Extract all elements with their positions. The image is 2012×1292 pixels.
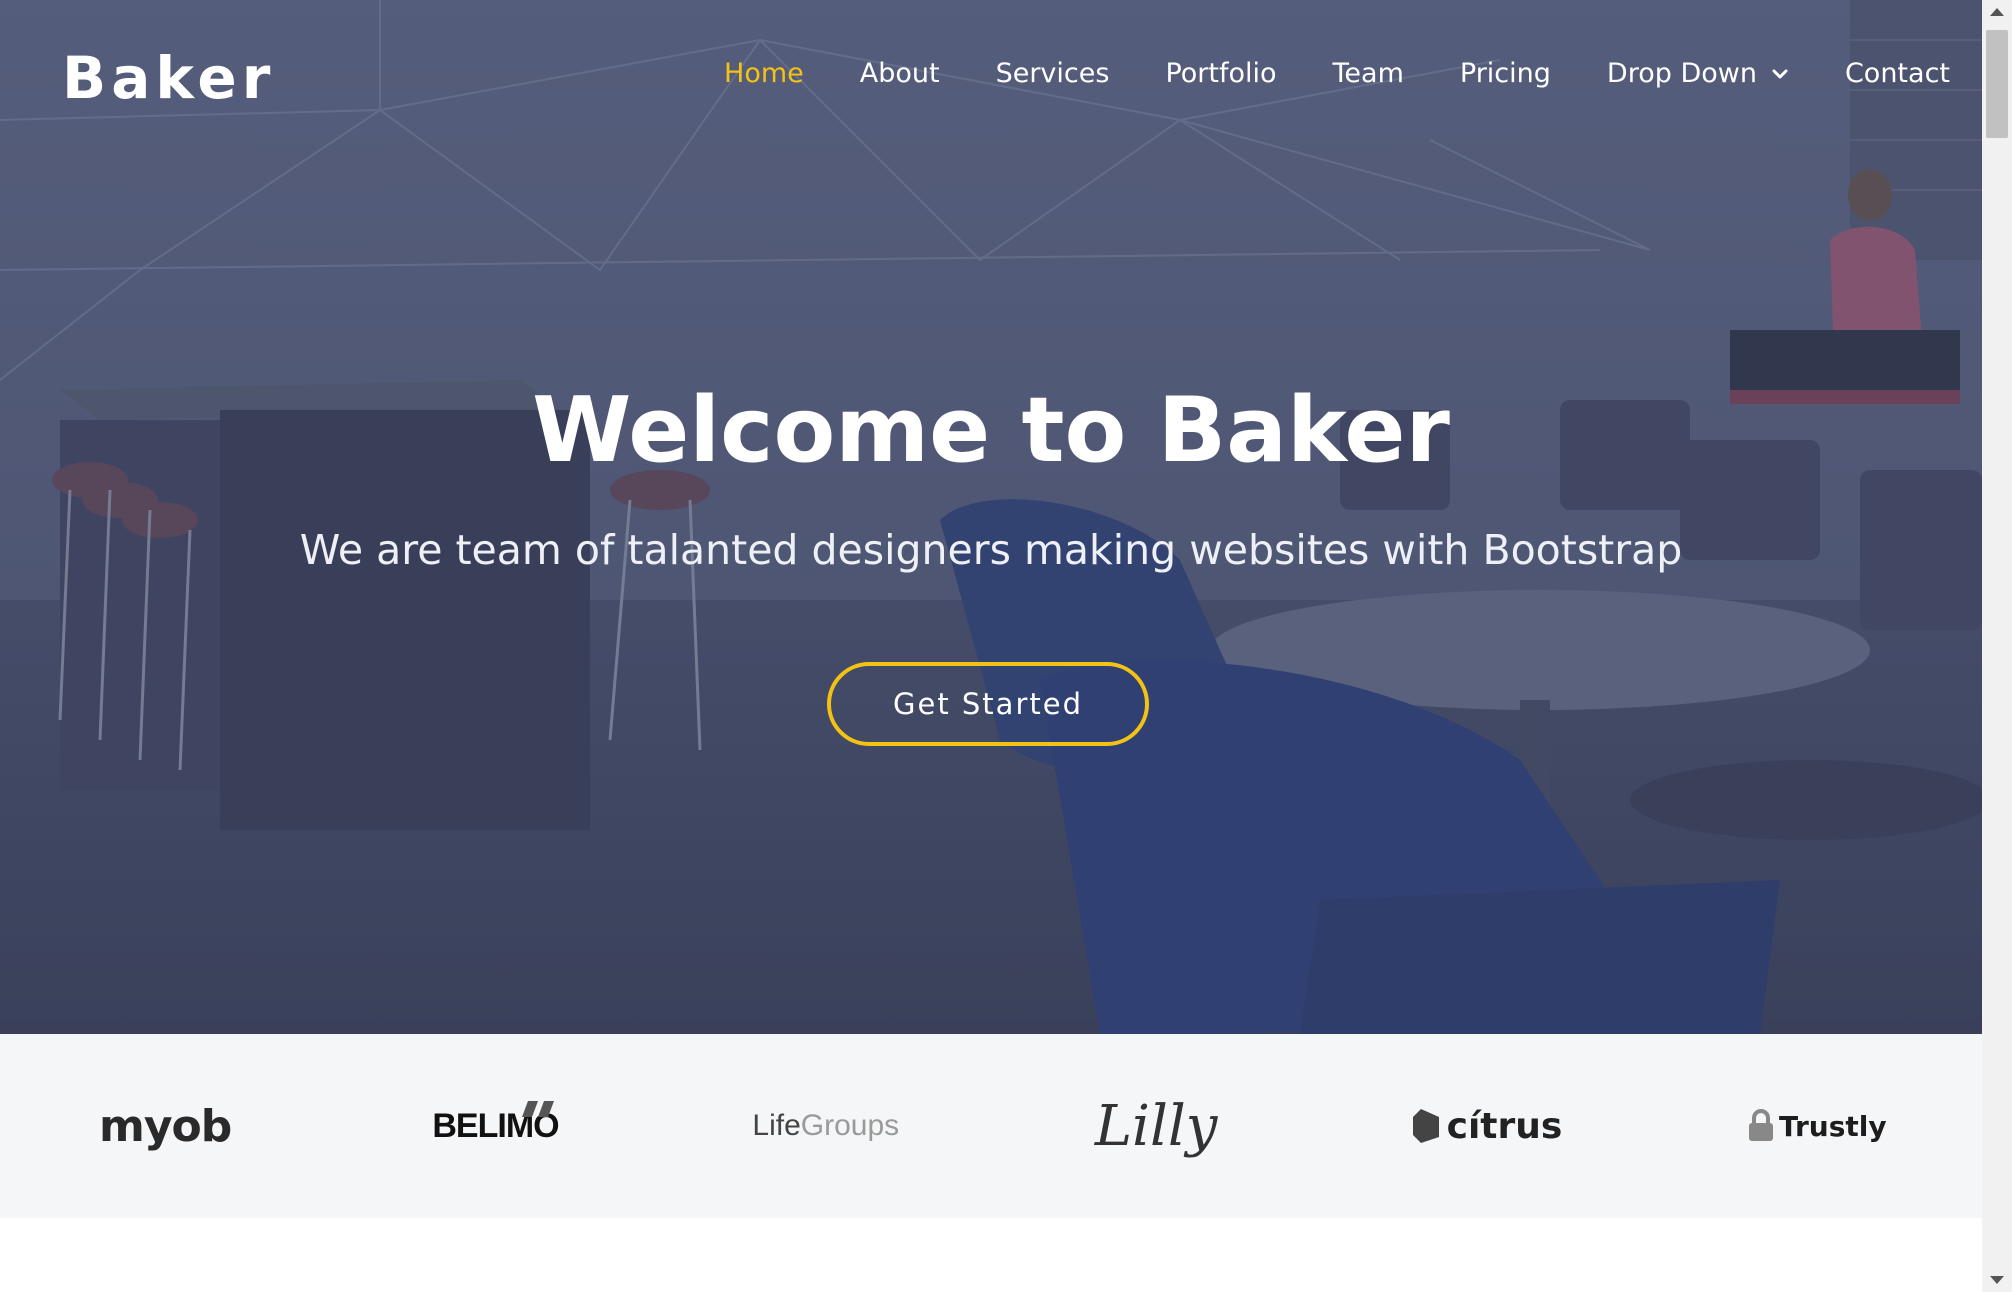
trustly-logo-text: Trustly	[1778, 1109, 1887, 1143]
trustly-logo-group: Trustly	[1747, 1109, 1887, 1143]
clients-section: myob BELIMO LifeGroups Lilly cítrus Trus…	[0, 1034, 1982, 1218]
citrus-logo-text: cítrus	[1446, 1105, 1563, 1147]
nav-contact-label: Contact	[1844, 58, 1950, 89]
nav-dropdown-label: Drop Down	[1606, 58, 1757, 89]
page-scrollbar[interactable]	[1982, 0, 2012, 1292]
scroll-down-arrow-icon[interactable]	[1990, 1276, 2004, 1284]
lilly-logo-text: Lilly	[1094, 1093, 1218, 1159]
scrollbar-thumb[interactable]	[1986, 30, 2008, 138]
hero-subtitle: We are team of talanted designers making…	[299, 526, 1683, 574]
scroll-up-arrow-icon[interactable]	[1990, 8, 2004, 16]
nav-portfolio-label: Portfolio	[1165, 58, 1277, 89]
client-logo-trustly[interactable]: Trustly	[1692, 1109, 1942, 1143]
client-logo-belimo[interactable]: BELIMO	[370, 1100, 620, 1146]
client-logo-lifegroups[interactable]: LifeGroups	[701, 1109, 951, 1143]
get-started-button[interactable]: Get Started	[827, 662, 1149, 746]
belimo-mark-icon	[522, 1100, 555, 1117]
myob-logo-text: myob	[99, 1100, 232, 1152]
client-logo-lilly[interactable]: Lilly	[1031, 1094, 1281, 1159]
hero-title: Welcome to Baker	[532, 378, 1450, 483]
nav-services[interactable]: Services	[996, 58, 1110, 89]
nav-team[interactable]: Team	[1333, 58, 1404, 89]
lifegroups-part2: Groups	[800, 1109, 900, 1142]
chevron-down-icon	[1772, 69, 1788, 78]
nav-dropdown[interactable]: Drop Down	[1607, 58, 1789, 89]
nav-team-label: Team	[1332, 58, 1404, 89]
site-logo[interactable]: Baker	[62, 44, 275, 112]
nav-about[interactable]: About	[860, 58, 940, 89]
nav-pricing-label: Pricing	[1459, 58, 1551, 89]
nav-home[interactable]: Home	[724, 58, 804, 89]
nav-portfolio[interactable]: Portfolio	[1165, 58, 1276, 89]
nav-pricing[interactable]: Pricing	[1460, 58, 1551, 89]
lifegroups-logo-text: LifeGroups	[752, 1109, 899, 1143]
nav-contact[interactable]: Contact	[1845, 58, 1950, 89]
hero-section	[0, 0, 1982, 1034]
lock-icon	[1748, 1109, 1773, 1141]
main-nav: Home About Services Portfolio Team Prici…	[668, 58, 1950, 89]
hero-overlay	[0, 0, 1982, 1034]
lifegroups-part1: Life	[752, 1109, 801, 1142]
nav-services-label: Services	[995, 58, 1110, 89]
nav-home-label: Home	[724, 58, 804, 89]
client-logo-citrus[interactable]: cítrus	[1361, 1106, 1611, 1147]
client-logo-myob[interactable]: myob	[40, 1101, 290, 1152]
nav-about-label: About	[859, 58, 940, 89]
citrus-mark-icon	[1412, 1109, 1439, 1143]
citrus-logo-group: cítrus	[1411, 1105, 1563, 1147]
